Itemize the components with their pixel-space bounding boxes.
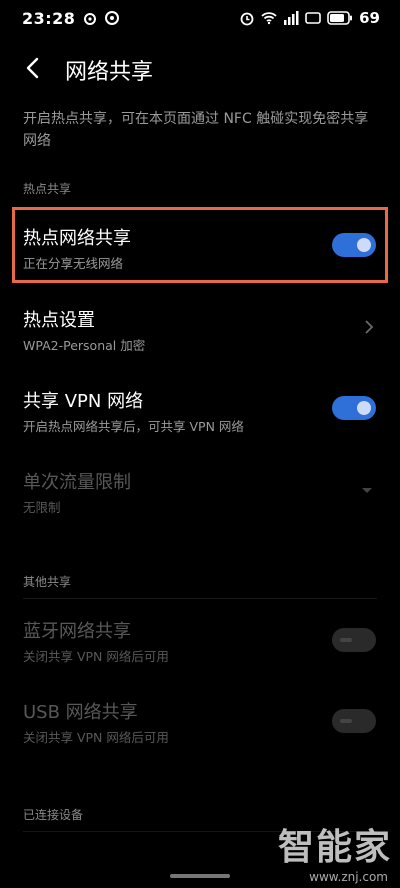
data-limit-subtitle: 无限制 bbox=[23, 500, 61, 515]
chevron-left-icon[interactable] bbox=[18, 53, 48, 83]
vpn-share-toggle[interactable] bbox=[332, 396, 376, 420]
hotspot-settings-title: 热点设置 bbox=[23, 310, 95, 331]
battery-icon bbox=[327, 11, 353, 25]
vpn-share-title: 共享 VPN 网络 bbox=[23, 391, 144, 412]
watermark-logo: 智能家 bbox=[277, 827, 392, 868]
status-bar: 23:28 69 bbox=[0, 0, 400, 36]
vpn-share-subtitle: 开启热点网络共享后，可共享 VPN 网络 bbox=[23, 419, 244, 434]
hotspot-settings-subtitle: WPA2-Personal 加密 bbox=[23, 338, 146, 353]
usb-share-row[interactable]: USB 网络共享 关闭共享 VPN 网络后可用 bbox=[0, 692, 400, 760]
page-title: 网络共享 bbox=[65, 60, 154, 85]
signal-icon bbox=[284, 11, 299, 25]
vpn-share-row[interactable]: 共享 VPN 网络 开启热点网络共享后，可共享 VPN 网络 bbox=[0, 381, 400, 449]
weibo-icon bbox=[84, 13, 96, 25]
alarm-icon bbox=[240, 12, 254, 26]
usb-share-subtitle: 关闭共享 VPN 网络后可用 bbox=[23, 730, 169, 745]
hd-icon bbox=[305, 12, 321, 24]
page-description: 开启热点共享，可在本页面通过 NFC 触碰实现免密共享网络 bbox=[23, 111, 369, 149]
watermark-url: www.znj.com bbox=[309, 870, 388, 884]
data-limit-row[interactable]: 单次流量限制 无限制 bbox=[0, 462, 400, 530]
bluetooth-share-subtitle: 关闭共享 VPN 网络后可用 bbox=[23, 649, 169, 664]
chevron-right-icon bbox=[365, 320, 374, 334]
dropdown-arrow-icon bbox=[362, 488, 372, 493]
header: 网络共享 bbox=[0, 45, 400, 91]
data-limit-title: 单次流量限制 bbox=[23, 472, 131, 493]
bluetooth-share-title: 蓝牙网络共享 bbox=[23, 621, 131, 642]
usb-share-toggle[interactable] bbox=[332, 709, 376, 733]
section-label-connected: 已连接设备 bbox=[23, 808, 84, 822]
divider bbox=[23, 598, 377, 599]
bluetooth-share-row[interactable]: 蓝牙网络共享 关闭共享 VPN 网络后可用 bbox=[0, 611, 400, 679]
home-indicator[interactable] bbox=[170, 874, 230, 878]
wifi-icon bbox=[261, 12, 277, 25]
hotspot-settings-row[interactable]: 热点设置 WPA2-Personal 加密 bbox=[0, 300, 400, 368]
battery-level: 69 bbox=[359, 9, 380, 27]
section-label-other: 其他共享 bbox=[23, 575, 72, 589]
status-time: 23:28 bbox=[22, 9, 76, 28]
hotspot-icon bbox=[105, 11, 119, 25]
highlight-box bbox=[12, 207, 388, 283]
usb-share-title: USB 网络共享 bbox=[23, 702, 138, 723]
section-label-hotspot: 热点共享 bbox=[23, 182, 72, 196]
bluetooth-share-toggle[interactable] bbox=[332, 628, 376, 652]
